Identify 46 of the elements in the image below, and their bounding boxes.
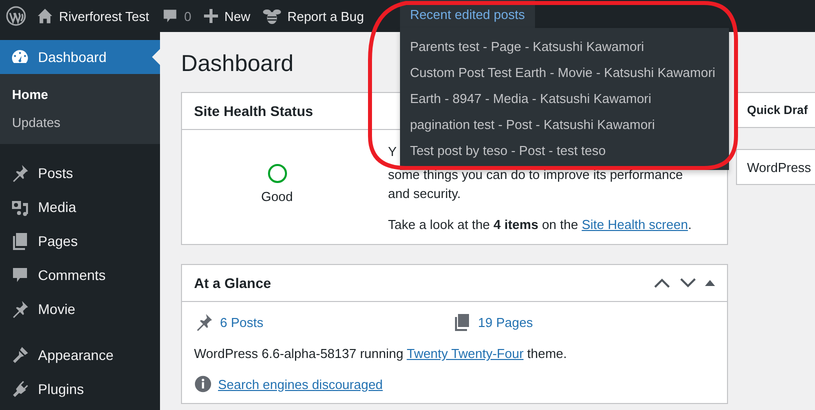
wordpress-icon	[6, 6, 26, 26]
health-description-line: and security.	[388, 185, 461, 203]
info-icon	[194, 375, 212, 393]
sidebar-item[interactable]: Posts	[0, 156, 160, 190]
plus-icon	[203, 8, 220, 24]
health-description-line: some things you can do to improve its performance	[388, 166, 683, 184]
card-title: WordPress	[747, 160, 812, 174]
page-title: Dashboard	[181, 49, 294, 78]
pages-icon	[10, 231, 30, 251]
version-text: WordPress 6.6-alpha-58137 running Twenty Twenty-Four theme.	[194, 346, 568, 361]
card-title: At a Glance	[194, 275, 272, 291]
sidebar-item[interactable]: Dashboard	[0, 40, 160, 74]
recent-post-item[interactable]: pagination test - Post - Katsushi Kawamori	[400, 112, 716, 138]
sidebar-item[interactable]: Plugins	[0, 372, 160, 406]
recent-post-item[interactable]: Earth - 8947 - Media - Katsushi Kawamori	[400, 86, 716, 112]
submenu-item[interactable]: Home	[0, 81, 160, 109]
bee-icon	[262, 7, 282, 25]
home-icon	[36, 7, 54, 25]
health-summary: Take a look at the 4 items on the Site Health screen.	[388, 216, 693, 234]
chevron-up-icon[interactable]	[653, 277, 671, 289]
chevron-down-icon[interactable]	[679, 277, 697, 289]
collapse-triangle-icon[interactable]	[705, 279, 715, 287]
pages-icon	[452, 312, 472, 332]
sidebar-item[interactable]: Pages	[0, 224, 160, 258]
recent-post-item[interactable]: Custom Post Test Earth - Movie - Katsushi Kawamori	[400, 60, 716, 86]
status-ring-icon	[268, 164, 286, 183]
comment-count[interactable]: 0	[184, 8, 192, 24]
sidebar-item[interactable]: Appearance	[0, 338, 160, 372]
new-menu[interactable]: New	[224, 8, 250, 24]
count-link[interactable]: 19 Pages	[478, 314, 533, 330]
health-status: Good	[261, 189, 293, 204]
sidebar-item[interactable]: Media	[0, 190, 160, 224]
recent-post-item[interactable]: Test post by teso - Post - test teso	[400, 138, 716, 164]
submenu-item[interactable]: Updates	[0, 109, 160, 137]
count-link[interactable]: 6 Posts	[220, 314, 264, 330]
sidebar-item[interactable]: Comments	[0, 258, 160, 292]
recent-post-item[interactable]: Parents test - Page - Katsushi Kawamori	[400, 34, 716, 60]
site-name-link[interactable]: Riverforest Test	[59, 0, 150, 32]
site-health-link[interactable]: Site Health screen	[582, 217, 688, 232]
search-engines-link[interactable]: Search engines discouraged	[218, 376, 383, 392]
report-bug-link[interactable]: Report a Bug	[287, 8, 364, 24]
health-description-line: Y	[388, 143, 397, 161]
sidebar-item[interactable]: Movie	[0, 292, 160, 326]
theme-link[interactable]: Twenty Twenty-Four	[406, 346, 524, 361]
card-title: Quick Draf	[747, 103, 808, 117]
card-title: Site Health Status	[194, 103, 314, 119]
